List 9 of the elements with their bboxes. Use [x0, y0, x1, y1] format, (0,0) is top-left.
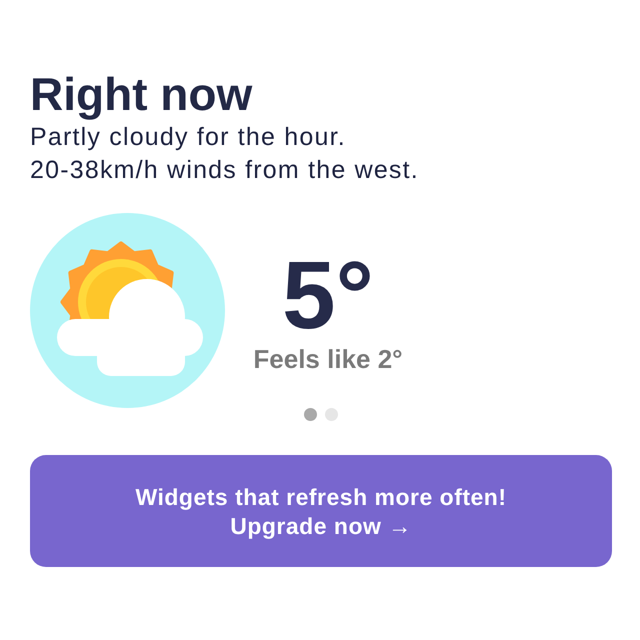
- upgrade-button[interactable]: Widgets that refresh more often! Upgrade now →: [30, 455, 612, 567]
- sun-behind-cloud-icon: [30, 213, 225, 408]
- forecast-text: Partly cloudy for the hour.: [30, 122, 347, 153]
- page-dot-icon[interactable]: [304, 408, 316, 421]
- section-title: Right now: [30, 68, 254, 120]
- page-dot-icon[interactable]: [324, 408, 338, 421]
- temperature-value: 5°: [282, 248, 374, 344]
- forecast-text: 20-38km/h winds from the west.: [30, 155, 420, 186]
- feels-like-text: Feels like 2°: [253, 344, 403, 374]
